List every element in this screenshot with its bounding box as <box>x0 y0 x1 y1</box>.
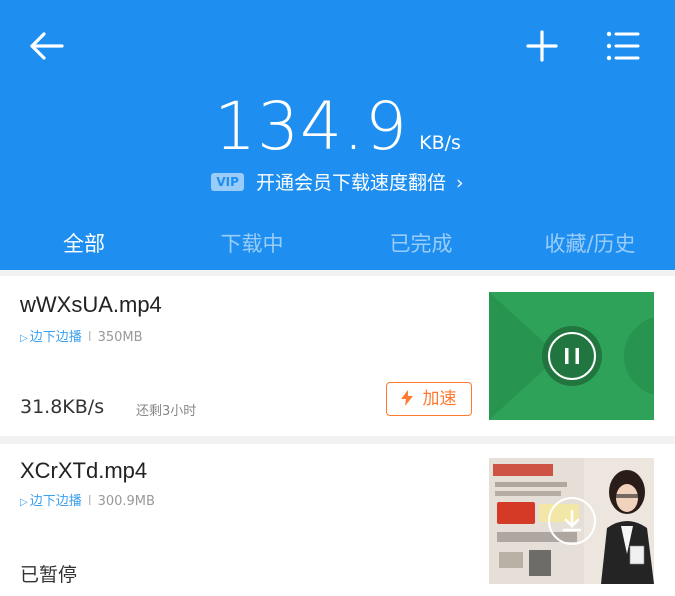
download-item[interactable]: wWXsUA.mp4 ▷ 边下边播 I 350MB 31.8KB/s 还剩3小时 加速 <box>0 276 675 436</box>
boost-button[interactable]: 加速 <box>386 382 472 416</box>
meta-separator: I <box>87 330 92 345</box>
vip-promo-text: 开通会员下载速度翻倍 <box>255 172 446 194</box>
tab-favorites-history[interactable]: 收藏/历史 <box>506 222 674 266</box>
boost-label: 加速 <box>422 389 457 409</box>
file-name: XCrXTd.mp4 <box>20 458 148 483</box>
back-arrow-icon <box>30 32 64 60</box>
stream-play-label: 边下边播 <box>29 330 82 345</box>
item-speed: 31.8KB/s <box>20 396 105 418</box>
pause-icon <box>565 348 579 364</box>
download-item[interactable]: XCrXTd.mp4 ▷ 边下边播 I 300.9MB 已暂停 <box>0 444 675 596</box>
header: 134.9 KB/s VIP 开通会员下载速度翻倍 › 全部 下载中 已完成 收… <box>0 0 675 270</box>
list-menu-icon <box>606 31 640 61</box>
stream-play-label: 边下边播 <box>29 494 82 509</box>
time-remaining: 还剩3小时 <box>136 404 197 419</box>
play-triangle-icon: ▷ <box>20 333 28 344</box>
add-task-button[interactable] <box>520 26 564 66</box>
vip-promo-link[interactable]: VIP 开通会员下载速度翻倍 › <box>0 168 675 195</box>
file-name: wWXsUA.mp4 <box>20 292 162 317</box>
paused-status: 已暂停 <box>20 564 78 586</box>
lightning-icon <box>401 389 418 408</box>
resume-download-button[interactable] <box>548 497 596 545</box>
stream-play-link[interactable]: ▷ 边下边播 <box>20 330 82 345</box>
download-icon <box>562 509 582 532</box>
file-size: 300.9MB <box>97 494 155 509</box>
tab-completed[interactable]: 已完成 <box>337 222 505 266</box>
stream-play-link[interactable]: ▷ 边下边播 <box>20 494 82 509</box>
plus-icon <box>526 30 558 62</box>
tab-all[interactable]: 全部 <box>0 222 168 266</box>
vip-badge: VIP <box>211 172 244 191</box>
menu-button[interactable] <box>600 26 646 66</box>
file-meta: ▷ 边下边播 I 350MB <box>20 326 143 345</box>
back-button[interactable] <box>22 26 70 66</box>
chevron-right-icon: › <box>456 172 464 194</box>
meta-separator: I <box>87 494 92 509</box>
speed-value: 134.9 <box>214 88 409 165</box>
pause-button[interactable] <box>548 332 596 380</box>
total-speed: 134.9 KB/s <box>0 88 675 168</box>
tab-bar: 全部 下载中 已完成 收藏/历史 <box>0 222 675 266</box>
tab-downloading[interactable]: 下载中 <box>168 222 336 266</box>
speed-unit: KB/s <box>419 132 461 154</box>
play-triangle-icon: ▷ <box>20 497 28 508</box>
file-meta: ▷ 边下边播 I 300.9MB <box>20 490 155 509</box>
video-thumbnail[interactable] <box>489 458 654 584</box>
file-size: 350MB <box>97 330 143 345</box>
video-thumbnail[interactable] <box>489 292 654 420</box>
